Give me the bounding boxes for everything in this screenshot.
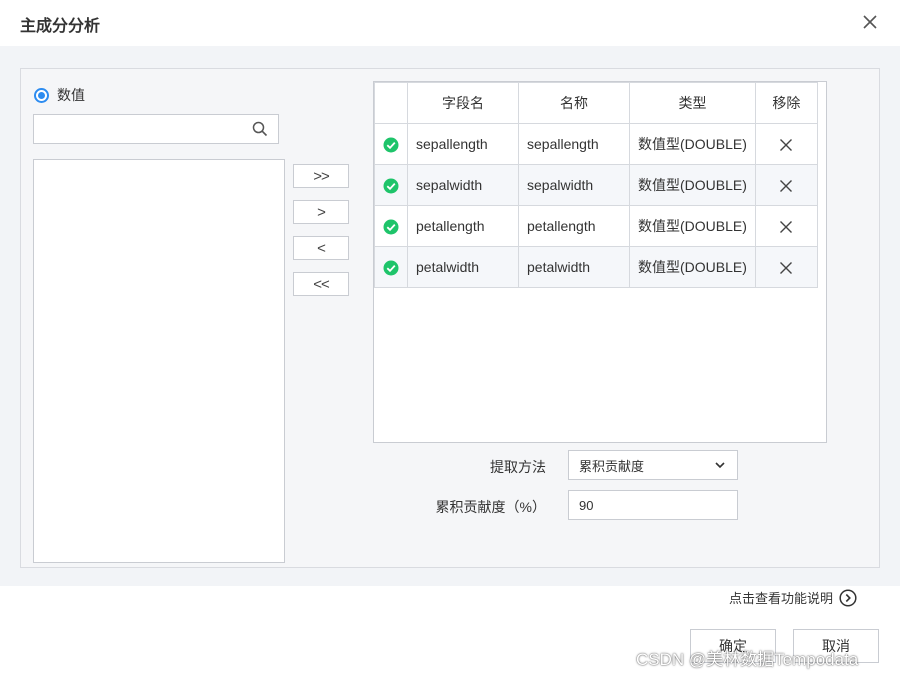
chevron-right-circle-icon <box>839 588 857 607</box>
type-cell: 数值型(DOUBLE) <box>629 246 756 288</box>
field-name-cell: petallength <box>407 205 519 247</box>
move-left-button[interactable]: < <box>293 236 349 260</box>
x-icon[interactable] <box>779 220 793 234</box>
display-name-cell: sepallength <box>518 123 630 165</box>
available-fields-list[interactable] <box>33 159 285 563</box>
table-row[interactable]: petalwidth petalwidth 数值型(DOUBLE) <box>374 246 818 288</box>
display-name-cell: sepalwidth <box>518 164 630 206</box>
help-link[interactable]: 点击查看功能说明 <box>729 588 857 607</box>
move-all-left-button[interactable]: << <box>293 272 349 296</box>
check-circle-icon <box>383 219 399 235</box>
contribution-field <box>568 490 738 520</box>
search-box <box>33 114 279 144</box>
search-input[interactable] <box>34 115 244 143</box>
field-name-cell: sepallength <box>407 123 519 165</box>
x-icon[interactable] <box>779 179 793 193</box>
remove-cell <box>754 246 818 288</box>
column-header-name: 名称 <box>518 82 630 124</box>
move-all-right-button[interactable]: >> <box>293 164 349 188</box>
contribution-label: 累积贡献度（%） <box>435 499 546 515</box>
column-header-type: 类型 <box>629 82 756 124</box>
check-circle-icon <box>383 178 399 194</box>
display-name-cell: petalwidth <box>518 246 630 288</box>
close-icon <box>863 15 877 29</box>
x-icon[interactable] <box>779 138 793 152</box>
column-header-remove: 移除 <box>754 82 818 124</box>
status-cell <box>374 246 408 288</box>
close-button[interactable] <box>858 10 882 34</box>
settings-panel: 数值 >> > < << 字段名 名称 类型 移除 sepallength se… <box>20 68 880 568</box>
method-select[interactable]: 累积贡献度 <box>568 450 738 480</box>
content-panel: 数值 >> > < << 字段名 名称 类型 移除 sepallength se… <box>0 46 900 586</box>
status-cell <box>374 205 408 247</box>
type-cell: 数值型(DOUBLE) <box>629 205 756 247</box>
table-row[interactable]: sepallength sepallength 数值型(DOUBLE) <box>374 123 818 165</box>
remove-cell <box>754 205 818 247</box>
help-link-label: 点击查看功能说明 <box>729 591 834 606</box>
table-header-row: 字段名 名称 类型 移除 <box>374 82 818 124</box>
radio-button[interactable] <box>34 87 49 103</box>
dialog-title: 主成分分析 <box>20 18 101 35</box>
status-cell <box>374 123 408 165</box>
method-label: 提取方法 <box>490 459 546 475</box>
move-right-button[interactable]: > <box>293 200 349 224</box>
table-row[interactable]: sepalwidth sepalwidth 数值型(DOUBLE) <box>374 164 818 206</box>
column-header-field: 字段名 <box>407 82 519 124</box>
numeric-radio[interactable]: 数值 <box>34 85 85 105</box>
chevron-down-icon <box>715 462 725 469</box>
type-cell: 数值型(DOUBLE) <box>629 164 756 206</box>
watermark: CSDN @美林数据Tempodata <box>636 650 859 669</box>
search-icon[interactable] <box>252 121 268 137</box>
type-cell: 数值型(DOUBLE) <box>629 123 756 165</box>
remove-cell <box>754 123 818 165</box>
display-name-cell: petallength <box>518 205 630 247</box>
field-name-cell: sepalwidth <box>407 164 519 206</box>
fields-table: 字段名 名称 类型 移除 sepallength sepallength 数值型… <box>374 82 818 288</box>
remove-cell <box>754 164 818 206</box>
contribution-input[interactable] <box>569 491 737 519</box>
radio-label: 数值 <box>57 87 85 103</box>
check-circle-icon <box>383 137 399 153</box>
status-cell <box>374 164 408 206</box>
selected-fields-table: 字段名 名称 类型 移除 sepallength sepallength 数值型… <box>373 81 827 443</box>
column-header-status <box>374 82 408 124</box>
table-row[interactable]: petallength petallength 数值型(DOUBLE) <box>374 205 818 247</box>
x-icon[interactable] <box>779 261 793 275</box>
field-name-cell: petalwidth <box>407 246 519 288</box>
method-select-value: 累积贡献度 <box>579 458 645 474</box>
check-circle-icon <box>383 260 399 276</box>
